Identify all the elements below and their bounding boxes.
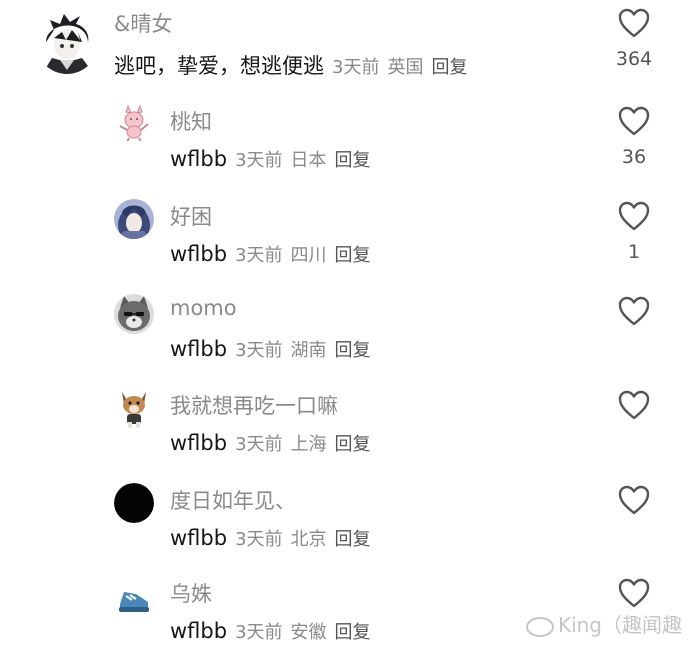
avatar[interactable] [36,12,98,74]
avatar[interactable] [114,483,154,523]
comment-body: wflbb 3天前 安徽 回复 [170,618,379,644]
reply-item: momo wflbb 3天前 湖南 回复 [0,288,690,383]
avatar[interactable] [114,294,154,334]
reply-button[interactable]: 回复 [431,57,467,78]
reply-button[interactable]: 回复 [335,150,371,171]
reply-button[interactable]: 回复 [335,340,371,361]
comment-body: wflbb 3天前 四川 回复 [170,241,379,267]
like-count: 1 [627,241,641,263]
comment-time: 3天前 [235,434,283,455]
comment-meta: 3天前 湖南 回复 [235,340,378,361]
comment-text: wflbb [170,619,228,643]
comment-body: 逃吧，挚爱，想逃便逃 3天前 英国 回复 [114,50,475,80]
reply-item: 度日如年见、 wflbb 3天前 北京 回复 [0,477,690,572]
heart-outline-icon [618,578,650,608]
comment-meta: 3天前 上海 回复 [235,434,378,455]
weibo-logo-icon [525,616,554,637]
comment-text: wflbb [170,431,228,455]
comment-text: wflbb [170,337,228,361]
comment-text: wflbb [170,526,228,550]
like-button[interactable]: 1 [604,201,664,263]
avatar[interactable] [114,388,154,428]
avatar[interactable] [114,578,154,618]
reply-item: 桃知 wflbb 3天前 日本 回复 36 [0,98,690,193]
comment-meta: 3天前 英国 回复 [332,57,475,78]
heart-outline-icon [618,296,650,326]
comment-time: 3天前 [235,340,283,361]
comment-time: 3天前 [235,622,283,643]
like-count: 364 [615,48,653,70]
comment-body: wflbb 3天前 湖南 回复 [170,336,379,362]
like-button[interactable] [604,296,664,336]
comment-text: wflbb [170,147,228,171]
comment-location: 日本 [290,150,327,171]
comment-text: wflbb [170,242,228,266]
reply-button[interactable]: 回复 [335,245,371,266]
comment-body: wflbb 3天前 日本 回复 [170,146,379,172]
comment-meta: 3天前 北京 回复 [235,529,378,550]
reply-button[interactable]: 回复 [335,434,371,455]
comment-location: 英国 [387,57,424,78]
comment-time: 3天前 [332,57,380,78]
like-button[interactable]: 36 [604,106,664,168]
comment-meta: 3天前 日本 回复 [235,150,378,171]
reply-button[interactable]: 回复 [335,529,371,550]
comment-body: wflbb 3天前 上海 回复 [170,430,379,456]
comment-meta: 3天前 安徽 回复 [235,622,378,643]
comment-username[interactable]: momo [170,296,237,320]
reply-button[interactable]: 回复 [335,622,371,643]
comment-username[interactable]: 桃知 [170,106,212,136]
comment-username[interactable]: &晴女 [114,8,172,38]
heart-outline-icon [618,485,650,515]
comment-username[interactable]: 乌姝 [170,578,212,608]
comment-location: 安徽 [290,622,327,643]
heart-outline-icon [618,390,650,420]
comment-username[interactable]: 我就想再吃一口嘛 [170,390,338,420]
comment-location: 北京 [290,529,327,550]
heart-outline-icon [618,8,650,38]
comment-meta: 3天前 四川 回复 [235,245,378,266]
comment-time: 3天前 [235,150,283,171]
like-count: 36 [621,146,647,168]
comment-body: wflbb 3天前 北京 回复 [170,525,379,551]
heart-outline-icon [618,106,650,136]
reply-item: 好困 wflbb 3天前 四川 回复 1 [0,193,690,288]
reply-item: 我就想再吃一口嘛 wflbb 3天前 上海 回复 [0,382,690,477]
comment-text: 逃吧，挚爱，想逃便逃 [114,54,324,78]
avatar[interactable] [114,199,154,239]
comment-username[interactable]: 度日如年见、 [170,485,296,515]
comment-location: 四川 [290,245,327,266]
comment-username[interactable]: 好困 [170,201,212,231]
like-button[interactable] [604,390,664,430]
watermark-text: King（趣闻趣 [557,613,682,637]
comment-time: 3天前 [235,245,283,266]
like-button[interactable] [604,485,664,525]
comment-time: 3天前 [235,529,283,550]
heart-outline-icon [618,201,650,231]
watermark: King（趣闻趣 [525,609,682,638]
comment-location: 湖南 [290,340,327,361]
comment-item: &晴女 逃吧，挚爱，想逃便逃 3天前 英国 回复 364 [0,0,690,95]
avatar[interactable] [114,102,154,142]
comment-location: 上海 [290,434,327,455]
like-button[interactable]: 364 [604,8,664,70]
